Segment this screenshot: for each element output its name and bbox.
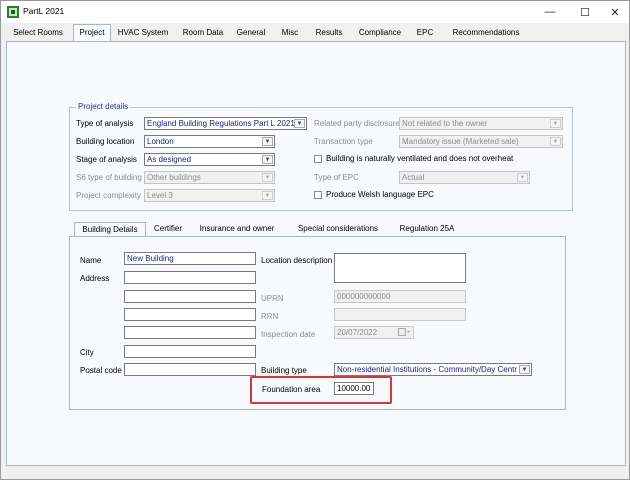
inspection-date-label: Inspection date (261, 330, 316, 339)
uprn-input[interactable]: 000000000000 (334, 290, 466, 303)
foundation-area-highlight (250, 376, 392, 404)
related-party-disclosure-value: Not related to the owner (402, 119, 488, 128)
main-tab-strip: Select Rooms Project HVAC System Room Da… (5, 24, 627, 41)
tab-building-details[interactable]: Building Details (74, 222, 146, 237)
rrn-label: RRN (261, 312, 279, 321)
tab-results[interactable]: Results (311, 26, 347, 41)
inspection-date-value: 20/07/2022 (337, 328, 378, 337)
tab-special-considerations[interactable]: Special considerations (291, 222, 385, 235)
type-of-epc-value: Actual (402, 173, 425, 182)
project-complexity-value: Level 3 (147, 191, 173, 200)
tab-select-rooms[interactable]: Select Rooms (7, 26, 69, 41)
project-tab-panel: Project details Type of analysis England… (6, 41, 626, 466)
welsh-epc-label: Produce Welsh language EPC (326, 190, 434, 199)
transaction-type-select[interactable]: Mandatory issue (Marketed sale) ▼ (399, 135, 563, 148)
window-title: PartL 2021 (23, 6, 65, 16)
related-party-disclosure-select[interactable]: Not related to the owner ▼ (399, 117, 563, 130)
type-of-analysis-select[interactable]: England Building Regulations Part L 2021… (144, 117, 307, 130)
building-location-label: Building location (76, 137, 135, 146)
uprn-label: UPRN (261, 294, 284, 303)
naturally-ventilated-checkbox[interactable] (314, 155, 322, 163)
app-logo-icon (7, 6, 19, 18)
tab-project[interactable]: Project (73, 24, 111, 41)
chevron-down-icon: ▼ (517, 173, 528, 182)
transaction-type-value: Mandatory issue (Marketed sale) (402, 137, 519, 146)
s6-type-of-building-select[interactable]: Other buildings ▼ (144, 171, 275, 184)
maximize-button[interactable]: ☐ (569, 1, 601, 23)
minimize-button[interactable]: — (534, 1, 566, 23)
calendar-icon (398, 328, 410, 336)
address-line-4-input[interactable] (124, 326, 256, 339)
transaction-type-label: Transaction type (314, 137, 373, 146)
tab-regulation-25a[interactable]: Regulation 25A (393, 222, 461, 235)
address-line-2-input[interactable] (124, 290, 256, 303)
stage-of-analysis-label: Stage of analysis (76, 155, 137, 164)
welsh-epc-checkbox[interactable] (314, 191, 322, 199)
address-line-1-input[interactable] (124, 271, 256, 284)
tab-insurance-and-owner[interactable]: Insurance and owner (195, 222, 279, 235)
chevron-down-icon: ▼ (262, 155, 273, 164)
type-of-epc-label: Type of EPC (314, 173, 359, 182)
chevron-down-icon: ▼ (262, 191, 273, 200)
location-description-label: Location description (261, 256, 333, 265)
tab-recommendations[interactable]: Recommendations (451, 26, 521, 41)
project-complexity-select[interactable]: Level 3 ▼ (144, 189, 275, 202)
city-input[interactable] (124, 345, 256, 358)
chevron-down-icon: ▼ (262, 173, 273, 182)
tab-room-data[interactable]: Room Data (179, 26, 227, 41)
type-of-analysis-label: Type of analysis (76, 119, 134, 128)
chevron-down-icon: ▼ (550, 137, 561, 146)
tab-hvac-system[interactable]: HVAC System (115, 26, 171, 41)
tab-general[interactable]: General (233, 26, 269, 41)
name-input[interactable]: New Building (124, 252, 256, 265)
project-details-group: Project details Type of analysis England… (69, 102, 573, 211)
inspection-date-picker[interactable]: 20/07/2022 (334, 326, 414, 339)
type-of-epc-select[interactable]: Actual ▼ (399, 171, 530, 184)
building-location-value: London (147, 137, 174, 146)
city-label: City (80, 348, 94, 357)
type-of-analysis-value: England Building Regulations Part L 2021 (147, 119, 295, 128)
project-details-title: Project details (76, 102, 131, 112)
building-details-panel: Name New Building Address City Postal co… (69, 236, 566, 410)
address-line-3-input[interactable] (124, 308, 256, 321)
postal-code-input[interactable] (124, 363, 256, 376)
building-type-value: Non-residential Institutions - Community… (337, 365, 517, 374)
rrn-input[interactable] (334, 308, 466, 321)
postal-code-label: Postal code (80, 366, 122, 375)
chevron-down-icon: ▼ (550, 119, 561, 128)
location-description-textarea[interactable] (334, 253, 466, 283)
title-bar: PartL 2021 — ☐ ✕ (1, 1, 629, 23)
building-location-select[interactable]: London ▼ (144, 135, 275, 148)
building-type-label: Building type (261, 366, 307, 375)
tab-certifier[interactable]: Certifier (149, 222, 187, 235)
chevron-down-icon: ▼ (262, 137, 273, 146)
s6-type-of-building-value: Other buildings (147, 173, 201, 182)
project-complexity-label: Project complexity (76, 191, 141, 200)
tab-epc[interactable]: EPC (413, 26, 437, 41)
address-label: Address (80, 274, 110, 283)
name-label: Name (80, 256, 102, 265)
chevron-down-icon: ▼ (519, 365, 530, 374)
close-button[interactable]: ✕ (599, 1, 630, 23)
naturally-ventilated-label: Building is naturally ventilated and doe… (326, 154, 514, 163)
related-party-disclosure-label: Related party disclosure (314, 119, 400, 128)
tab-compliance[interactable]: Compliance (355, 26, 405, 41)
building-type-select[interactable]: Non-residential Institutions - Community… (334, 363, 532, 376)
tab-misc[interactable]: Misc (277, 26, 303, 41)
chevron-down-icon: ▼ (294, 119, 305, 128)
s6-type-of-building-label: S6 type of building (76, 173, 142, 182)
stage-of-analysis-select[interactable]: As designed ▼ (144, 153, 275, 166)
stage-of-analysis-value: As designed (147, 155, 192, 164)
app-window: PartL 2021 — ☐ ✕ Select Rooms Project HV… (0, 0, 630, 480)
